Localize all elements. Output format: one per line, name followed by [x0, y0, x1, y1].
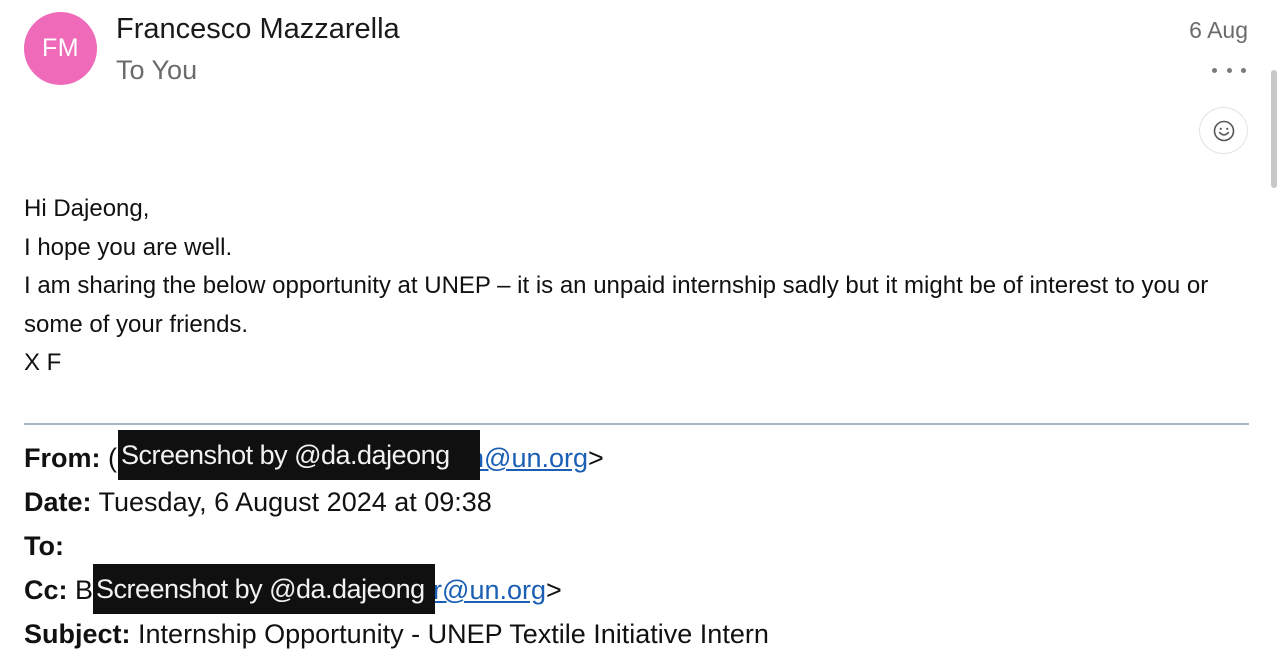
body-line: I am sharing the below opportunity at UN…	[24, 272, 1209, 338]
email-view: FM Francesco Mazzarella To You 6 Aug Hi …	[0, 0, 1280, 664]
body-line: X F	[24, 349, 62, 376]
cc-close: >	[546, 575, 562, 605]
more-horizontal-icon	[1212, 67, 1217, 73]
quote-divider	[24, 423, 1249, 425]
sender-avatar[interactable]: FM	[24, 12, 97, 85]
to-row: To:	[24, 524, 769, 568]
add-reaction-button[interactable]	[1199, 107, 1248, 154]
cc-label: Cc:	[24, 575, 68, 605]
redaction-overlay: Screenshot by @da.dajeong	[93, 564, 435, 614]
sender-name[interactable]: Francesco Mazzarella	[116, 13, 400, 46]
from-row: From: ( n@un.org> Screenshot by @da.dajeo…	[24, 430, 769, 480]
cc-email-link[interactable]: r@un.org	[433, 575, 546, 605]
more-dot	[1226, 67, 1232, 73]
cc-row: Cc: Br@un.org> Screenshot by @da.dajeong	[24, 564, 769, 614]
body-line: I hope you are well.	[24, 233, 233, 261]
from-open: (	[108, 443, 118, 473]
to-label: To:	[24, 531, 64, 561]
more-dot	[1241, 67, 1246, 73]
avatar-initials: FM	[41, 34, 80, 62]
recipient-line[interactable]: To You	[116, 55, 197, 86]
scrollbar[interactable]	[1271, 70, 1277, 188]
from-close: >	[588, 443, 604, 473]
smiley-icon	[1213, 120, 1234, 141]
from-label: From:	[24, 443, 101, 473]
more-options-button[interactable]	[1212, 58, 1246, 82]
body-line: Hi Dajeong,	[24, 195, 150, 222]
email-body: Hi Dajeong, I hope you are well. I am sh…	[24, 190, 1249, 383]
subject-label: Subject:	[24, 619, 131, 649]
redaction-overlay: Screenshot by @da.dajeong	[118, 430, 480, 480]
from-email-link[interactable]: n@un.org	[469, 443, 588, 473]
cc-prefix: B	[75, 575, 94, 605]
subject-row: Subject: Internship Opportunity - UNEP T…	[24, 612, 769, 656]
date-value: Tuesday, 6 August 2024 at 09:38	[98, 487, 492, 517]
date-row: Date: Tuesday, 6 August 2024 at 09:38	[24, 480, 769, 524]
email-date: 6 Aug	[1189, 17, 1248, 43]
subject-value: Internship Opportunity - UNEP Textile In…	[138, 619, 769, 649]
date-label: Date:	[24, 487, 92, 517]
forwarded-header: From: (n@un.org> Screenshot by @da.dajeo…	[24, 430, 769, 656]
